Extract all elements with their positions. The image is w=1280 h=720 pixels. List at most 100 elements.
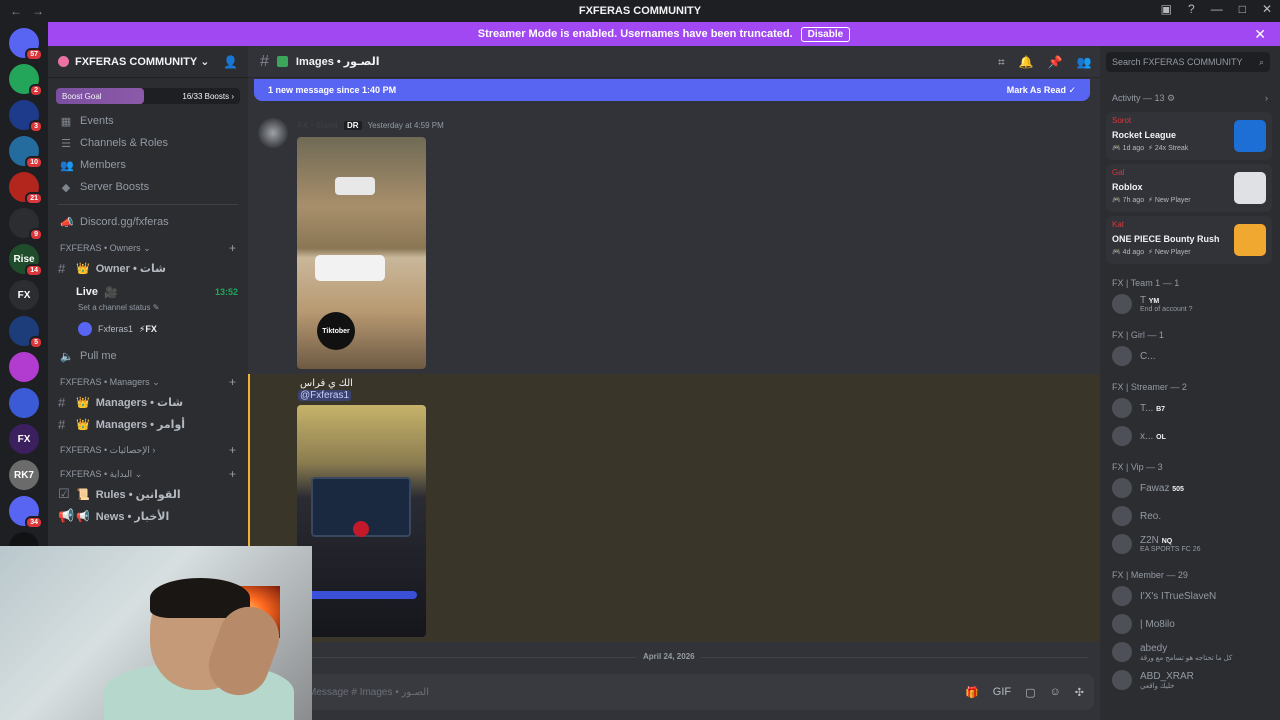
invite-people-icon[interactable]: 👤 — [223, 55, 238, 69]
bell-icon[interactable]: 🔔 — [1019, 55, 1034, 70]
avatar — [1112, 670, 1132, 690]
add-channel-icon[interactable]: + — [229, 241, 236, 255]
attachment-image[interactable]: Tiktober — [297, 137, 426, 369]
member-row[interactable]: x... OL — [1112, 426, 1272, 446]
maximize-icon[interactable]: □ — [1239, 2, 1246, 16]
author-avatar[interactable] — [258, 118, 288, 148]
emoji-icon[interactable]: ☺ — [1050, 686, 1061, 699]
invite-link-channel[interactable]: 📣 Discord.gg/fxferas — [48, 211, 248, 233]
user-mention[interactable]: @Fxferas1 — [298, 390, 352, 401]
nav-server-boosts[interactable]: ◆ Server Boosts — [48, 176, 248, 198]
voice-user[interactable]: Fxferas1 ⚡FX — [48, 319, 248, 339]
gift-icon[interactable]: 🎁 — [965, 686, 979, 699]
channel-rules[interactable]: ☑ 📜 Rules • القوانين — [48, 483, 248, 505]
apps-icon[interactable]: ✣ — [1075, 686, 1084, 699]
server-icon[interactable]: 9 — [9, 208, 43, 241]
member-list-icon[interactable]: 👥 — [1077, 55, 1092, 70]
server-header[interactable]: FXFERAS COMMUNITY ⌄ 👤 — [48, 46, 248, 78]
mention-badge: 10 — [25, 156, 43, 169]
gear-icon[interactable]: ⚙ — [1167, 93, 1175, 104]
inbox-icon[interactable]: ▣ — [1161, 2, 1172, 16]
channel-owner[interactable]: # 👑 Owner • شات — [48, 257, 248, 279]
server-icon[interactable]: Rise 14 — [9, 244, 43, 277]
message-input[interactable]: Message # Images • الصـور 🎁 GIF ▢ ☺ ✣ — [262, 674, 1094, 710]
author-name[interactable]: FX • Stand — [298, 121, 338, 130]
server-icon[interactable]: FX — [9, 424, 39, 454]
member-row[interactable]: C... — [1112, 346, 1272, 366]
server-icon[interactable]: 21 — [9, 172, 43, 205]
boost-goal-bar[interactable]: Boost Goal 16/33 Boosts › — [56, 88, 240, 104]
channel-title: Images • الصـور — [295, 56, 380, 68]
sticker-icon[interactable]: ▢ — [1025, 686, 1035, 699]
activity-header[interactable]: Activity — 13 ⚙ › — [1112, 93, 1268, 104]
activity-card[interactable]: Kat ONE PIECE Bounty Rush 🎮 4d ago ⚡ New P… — [1106, 216, 1272, 264]
channel-news[interactable]: 📢 📢 News • الأخبار — [48, 505, 248, 527]
server-icon[interactable]: 3 — [9, 100, 43, 133]
member-name: ABD_XRAR — [1140, 670, 1194, 682]
forward-arrow-icon[interactable]: → — [32, 4, 44, 18]
direct-messages-icon[interactable]: 57 — [9, 28, 43, 61]
pin-icon[interactable]: 📌 — [1048, 55, 1063, 70]
server-icon[interactable]: 5 — [9, 316, 43, 349]
composer-toolbar: 🎁 GIF ▢ ☺ ✣ — [965, 686, 1084, 699]
mark-as-read-button[interactable]: Mark As Read ✓ — [1007, 85, 1076, 96]
category-owners[interactable]: FXFERAS • Owners ⌄ + — [48, 239, 248, 257]
nav-events[interactable]: ▦ Events — [48, 110, 248, 132]
game-art-icon — [1234, 120, 1266, 152]
member-row[interactable]: T YM End of account ? — [1112, 294, 1272, 314]
header-toolbar: ⌗ 🔔 📌 👥 — [998, 55, 1092, 70]
disable-button[interactable]: Disable — [800, 26, 851, 42]
speaker-icon: 🔈 — [60, 350, 74, 363]
add-channel-icon[interactable]: + — [229, 467, 236, 481]
new-messages-bar[interactable]: 1 new message since 1:40 PM Mark As Read… — [254, 79, 1090, 101]
channel-managers-commands[interactable]: # 👑 Managers • أوامر — [48, 413, 248, 435]
member-row[interactable]: ABD_XRAR خليك واقعي — [1112, 670, 1272, 690]
gif-icon[interactable]: GIF — [993, 686, 1011, 699]
chat-area: # Images • الصـور ⌗ 🔔 📌 👥 1 new message … — [248, 46, 1100, 720]
search-input[interactable]: Search FXFERAS COMMUNITY ⌕ — [1106, 52, 1270, 72]
history-nav: ← → — [0, 4, 44, 18]
member-row[interactable]: Reo. — [1112, 506, 1272, 526]
help-icon[interactable]: ? — [1188, 2, 1195, 16]
server-icon[interactable] — [9, 388, 39, 418]
chevron-down-icon: ⌄ — [197, 56, 210, 68]
member-row[interactable]: T... B7 — [1112, 398, 1272, 418]
photo-car — [315, 255, 385, 281]
voice-channel-live[interactable]: Live 🎥 13:52 — [48, 281, 248, 303]
server-icon[interactable] — [9, 352, 39, 382]
nav-members[interactable]: 👥 Members — [48, 154, 248, 176]
crown-icon: 👑 — [76, 262, 90, 275]
crown-icon: 👑 — [76, 396, 90, 409]
category-stats[interactable]: FXFERAS • الإحصائيات › + — [48, 441, 248, 459]
back-arrow-icon[interactable]: ← — [10, 4, 22, 18]
avatar — [1112, 586, 1132, 606]
server-icon[interactable]: FX — [9, 280, 39, 310]
channel-managers-chat[interactable]: # 👑 Managers • شات — [48, 391, 248, 413]
server-icon[interactable]: RK7 — [9, 460, 39, 490]
threads-icon[interactable]: ⌗ — [998, 55, 1005, 70]
chevron-right-icon[interactable]: › — [1265, 93, 1268, 104]
activity-meta: 🎮 7h ago ⚡ New Player — [1112, 197, 1191, 204]
member-row[interactable]: Z2N NQ EA SPORTS FC 26 — [1112, 534, 1272, 554]
add-channel-icon[interactable]: + — [229, 443, 236, 457]
member-row[interactable]: Fawaz 505 — [1112, 478, 1272, 498]
close-banner-icon[interactable]: ✕ — [1254, 26, 1266, 43]
nav-channels-roles[interactable]: ☰ Channels & Roles — [48, 132, 248, 154]
activity-card[interactable]: Sorot Rocket League 🎮 1d ago ⚡ 24x Streak — [1106, 112, 1272, 160]
close-window-icon[interactable]: ✕ — [1262, 2, 1272, 16]
mention-badge: 2 — [29, 84, 43, 97]
member-row[interactable]: | Mo8ilo — [1112, 614, 1272, 634]
server-icon[interactable]: 34 — [9, 496, 43, 529]
category-managers[interactable]: FXFERAS • Managers ⌄ + — [48, 373, 248, 391]
attachment-image[interactable] — [297, 405, 426, 637]
minimize-icon[interactable]: — — [1211, 2, 1223, 16]
server-icon[interactable]: 10 — [9, 136, 43, 169]
member-row[interactable]: abedy كل ما تحتاجه هو تسامح مع ورقة — [1112, 642, 1272, 662]
server-icon[interactable]: 2 — [9, 64, 43, 97]
category-start[interactable]: FXFERAS • البداية ⌄ + — [48, 465, 248, 483]
activity-card[interactable]: Gal Roblox 🎮 7h ago ⚡ New Player — [1106, 164, 1272, 212]
member-row[interactable]: I'X's ITrueSlaveN — [1112, 586, 1272, 606]
pull-me-channel[interactable]: 🔈 Pull me — [48, 345, 248, 367]
add-channel-icon[interactable]: + — [229, 375, 236, 389]
channel-status[interactable]: Set a channel status ✎ — [48, 303, 248, 315]
